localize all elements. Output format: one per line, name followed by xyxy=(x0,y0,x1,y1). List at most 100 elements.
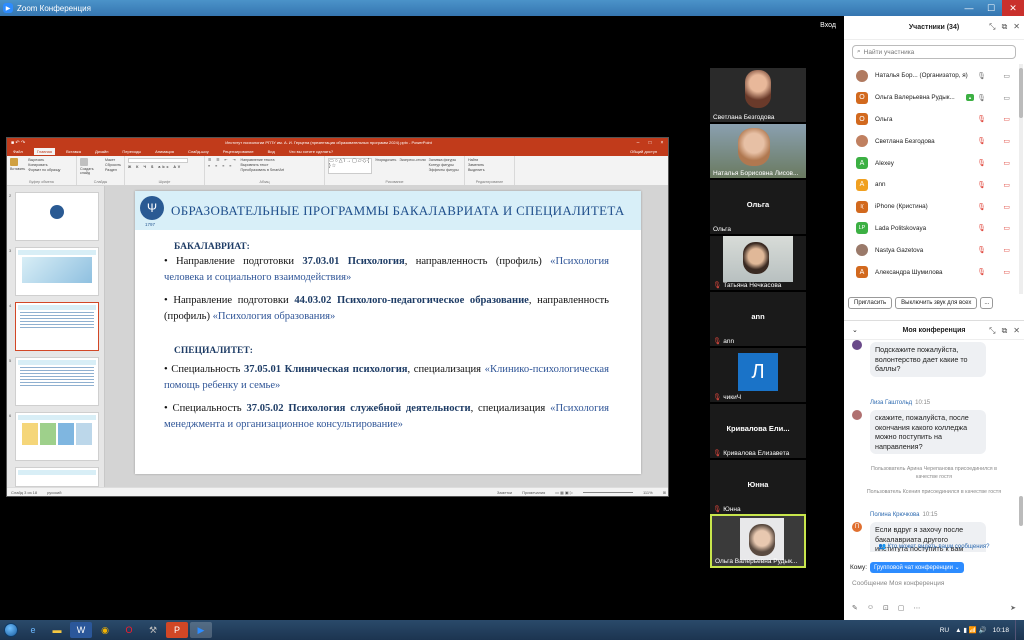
slide-thumbnail-selected[interactable]: 4 xyxy=(9,302,99,351)
reset-button[interactable]: Сбросить xyxy=(105,163,121,167)
video-tile[interactable]: Юнна 🎙 Юнна xyxy=(710,460,806,514)
camera-off-icon[interactable]: ▭ xyxy=(1003,224,1010,232)
layout-button[interactable]: Макет xyxy=(105,158,121,162)
muted-mic-icon[interactable]: 🎙 xyxy=(977,246,986,254)
minimize-button[interactable]: — xyxy=(958,0,980,16)
ppt-maximize-button[interactable]: □ xyxy=(644,140,656,146)
screenshot-icon[interactable]: ⊡ xyxy=(883,604,889,612)
paste-icon[interactable] xyxy=(10,158,18,166)
participant-row[interactable]: Светлана Безгодова 🎙 ▭ xyxy=(844,130,1020,152)
paragraph-align-buttons[interactable]: ≡ ≡ ≡ ≡ xyxy=(208,164,237,168)
smartart-button[interactable]: Преобразовать в SmartArt xyxy=(240,168,284,172)
explorer-icon[interactable]: ▬ xyxy=(46,622,68,638)
shape-effects-button[interactable]: Эффекты фигуры xyxy=(429,168,459,172)
ppt-tab-review[interactable]: Рецензирование xyxy=(220,148,257,155)
muted-mic-icon[interactable]: 🎙 xyxy=(977,181,986,189)
slide-thumbnail[interactable]: 3 xyxy=(9,247,99,296)
new-slide-button[interactable]: Создать слайд xyxy=(80,167,102,175)
find-button[interactable]: Найти xyxy=(468,158,485,162)
opera-icon[interactable]: O xyxy=(118,622,140,638)
section-button[interactable]: Раздел xyxy=(105,168,121,172)
collapse-icon[interactable]: ⤡ xyxy=(989,22,995,32)
ppt-close-button[interactable]: × xyxy=(656,140,668,146)
show-desktop-button[interactable] xyxy=(1015,620,1020,640)
chat-scrollbar[interactable] xyxy=(1019,496,1023,526)
maximize-button[interactable]: ☐ xyxy=(980,0,1002,16)
tool-icon[interactable]: ⚒ xyxy=(142,622,164,638)
participant-row[interactable]: О Ольга 🎙 ▭ xyxy=(844,109,1020,131)
word-icon[interactable]: W xyxy=(70,622,92,638)
camera-off-icon[interactable]: ▭ xyxy=(1003,159,1010,167)
send-icon[interactable]: ➤ xyxy=(1010,604,1016,612)
camera-icon[interactable]: ▭ xyxy=(1003,94,1010,102)
participants-scrollbar[interactable] xyxy=(1019,64,1023,294)
muted-mic-icon[interactable]: 🎙 xyxy=(977,224,986,232)
quick-styles-button[interactable]: Экспресс-стили xyxy=(399,158,425,162)
ppt-tab-view[interactable]: Вид xyxy=(265,148,278,155)
popout-icon[interactable]: ⧉ xyxy=(1002,326,1008,336)
invite-button[interactable]: Пригласить xyxy=(848,297,893,309)
video-tile[interactable]: Ольга Ольга xyxy=(710,180,806,234)
ppt-tab-slideshow[interactable]: Слайд-шоу xyxy=(185,148,212,155)
camera-icon[interactable]: ▭ xyxy=(1003,72,1010,80)
zoom-slider[interactable] xyxy=(583,491,633,493)
ppt-tell-me[interactable]: Что вы хотите сделать? xyxy=(286,148,336,155)
recipient-select[interactable]: Групповой чат конференции ⌄ xyxy=(870,562,964,573)
participant-row[interactable]: LP Lada Politskovaya 🎙 ▭ xyxy=(844,218,1020,240)
participant-row[interactable]: А Александра Шумилова 🎙 ▭ xyxy=(844,261,1020,283)
camera-off-icon[interactable]: ▭ xyxy=(1003,137,1010,145)
font-name-select[interactable] xyxy=(128,158,188,163)
ppt-tab-home[interactable]: Главная xyxy=(33,148,56,155)
mic-icon[interactable]: 🎙 xyxy=(977,72,986,80)
video-tile[interactable]: Л 🎙 чикиЧ xyxy=(710,348,806,402)
new-slide-icon[interactable] xyxy=(80,158,88,166)
ppt-tab-insert[interactable]: Вставка xyxy=(63,148,84,155)
cut-button[interactable]: Вырезать xyxy=(28,158,60,162)
ppt-tab-animations[interactable]: Анимация xyxy=(152,148,177,155)
popout-icon[interactable]: ⧉ xyxy=(1002,22,1008,32)
fit-slide-icon[interactable]: ⊞ xyxy=(663,490,666,495)
text-direction-button[interactable]: Направление текста xyxy=(240,158,284,162)
muted-mic-icon[interactable]: 🎙 xyxy=(977,203,986,211)
ppt-minimize-button[interactable]: – xyxy=(632,140,644,146)
chrome-icon[interactable]: ◉ xyxy=(94,622,116,638)
camera-off-icon[interactable]: ▭ xyxy=(1003,203,1010,211)
participant-search-input[interactable]: ⌕ Найти участника xyxy=(852,45,1016,59)
zoom-taskbar-icon[interactable]: ▶ xyxy=(190,622,212,638)
ppt-tab-transitions[interactable]: Переходы xyxy=(119,148,144,155)
collapse-icon[interactable]: ⤡ xyxy=(989,326,995,336)
close-panel-icon[interactable]: ✕ xyxy=(1013,22,1020,32)
ppt-save-icon[interactable]: ■ ↶ ↷ xyxy=(11,140,25,146)
ie-icon[interactable]: e xyxy=(22,622,44,638)
arrange-button[interactable]: Упорядочить xyxy=(375,158,396,162)
video-tile[interactable]: Наталья Борисовна Лисов... xyxy=(710,124,806,178)
mute-all-button[interactable]: Выключить звук для всех xyxy=(895,297,978,309)
format-icon[interactable]: ✎ xyxy=(852,604,858,612)
exit-label[interactable]: Вход xyxy=(820,22,836,29)
status-notes-button[interactable]: Заметки xyxy=(497,490,512,495)
paste-button[interactable]: Вставить xyxy=(10,167,25,171)
camera-off-icon[interactable]: ▭ xyxy=(1003,181,1010,189)
video-tile[interactable]: ann 🎙 ann xyxy=(710,292,806,346)
slide-thumbnail[interactable]: 2 xyxy=(9,192,99,241)
more-button[interactable]: ... xyxy=(980,297,994,309)
font-style-buttons[interactable]: Ж К Ч S abc AV xyxy=(128,165,188,169)
slide-thumbnail[interactable]: 5 xyxy=(9,357,99,406)
camera-off-icon[interactable]: ▭ xyxy=(1003,246,1010,254)
video-tile[interactable]: Светлана Безгодова xyxy=(710,68,806,122)
camera-off-icon[interactable]: ▭ xyxy=(1003,115,1010,123)
participant-row[interactable]: Nastya Gazetova 🎙 ▭ xyxy=(844,239,1020,261)
slide-thumbnail[interactable] xyxy=(15,467,99,487)
participant-row[interactable]: A ann 🎙 ▭ xyxy=(844,174,1020,196)
close-panel-icon[interactable]: ✕ xyxy=(1013,326,1020,336)
chevron-down-icon[interactable]: ⌄ xyxy=(852,326,858,334)
emoji-icon[interactable]: ☺ xyxy=(867,604,874,612)
muted-mic-icon[interactable]: 🎙 xyxy=(977,137,986,145)
muted-mic-icon[interactable]: 🎙 xyxy=(977,159,986,167)
muted-mic-icon[interactable]: 🎙 xyxy=(977,115,986,123)
participant-row[interactable]: I( iPhone (Кристина) 🎙 ▭ xyxy=(844,196,1020,218)
status-zoom-level[interactable]: 111% xyxy=(643,490,653,495)
ppt-tab-design[interactable]: Дизайн xyxy=(92,148,111,155)
status-language[interactable]: русский xyxy=(47,490,61,495)
ppt-share[interactable]: Общий доступ xyxy=(627,148,660,155)
